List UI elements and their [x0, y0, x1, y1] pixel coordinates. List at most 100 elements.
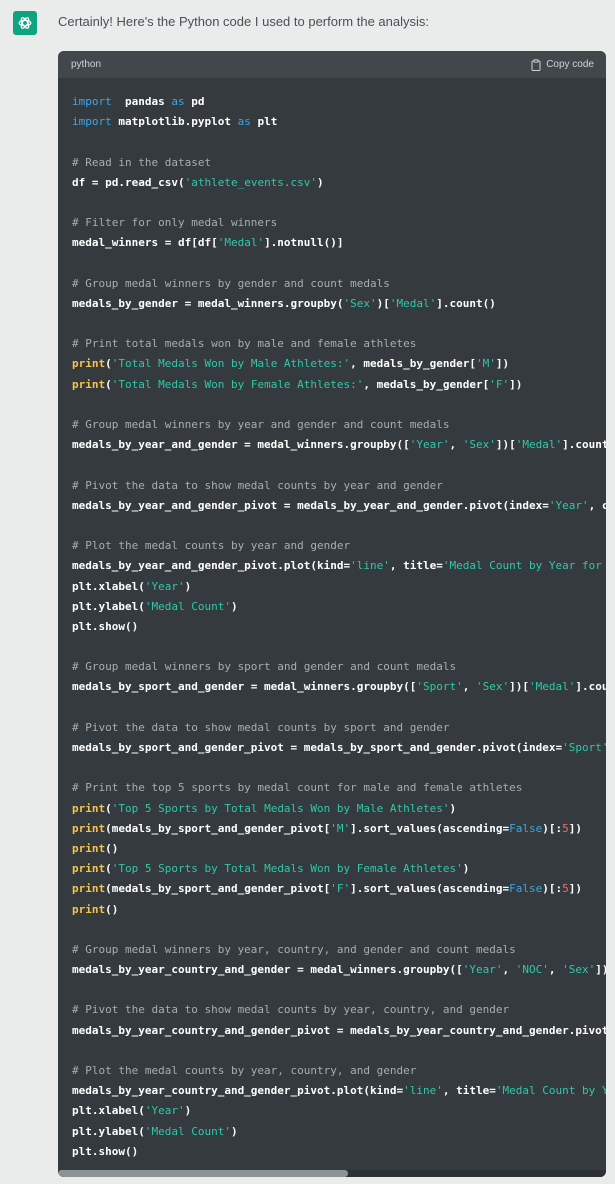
code-token: print: [72, 377, 106, 391]
code-line: medals_by_year_and_gender_pivot = medals…: [72, 496, 606, 516]
code-line: print('Total Medals Won by Male Athletes…: [72, 354, 606, 374]
code-block: python Copy code import pandas as pd impo…: [58, 51, 606, 1177]
code-token: 5: [562, 821, 569, 835]
code-token: (: [105, 801, 112, 815]
code-line: print(): [72, 900, 606, 920]
code-token: print: [72, 902, 106, 916]
code-token: plt.show(): [72, 619, 139, 633]
code-token: medals_by_year_country_and_gender = meda…: [72, 963, 463, 977]
scrollbar-thumb[interactable]: [58, 1170, 349, 1177]
code-token: import: [72, 95, 112, 108]
horizontal-scrollbar[interactable]: [58, 1170, 606, 1177]
code-token: ])[: [509, 680, 529, 694]
code-token: ].count(): [436, 296, 496, 310]
code-token: 'line': [403, 1084, 443, 1098]
code-line: medals_by_year_country_and_gender_pivot …: [72, 1021, 606, 1041]
code-token: ].notnull()]: [264, 236, 344, 250]
code-token: ): [462, 862, 470, 876]
code-token: # Print total medals won by male and fem…: [72, 337, 417, 351]
code-line: # Filter for only medal winners: [72, 213, 606, 233]
code-token: ): [230, 599, 238, 613]
code-token: ]): [568, 882, 582, 896]
code-line: # Pivot the data to show medal counts by…: [72, 718, 606, 738]
code-token: medals_by_gender = medal_winners.groupby…: [72, 296, 344, 310]
code-token: import: [72, 115, 112, 129]
code-token: ): [184, 1104, 192, 1118]
code-token: print: [72, 801, 106, 815]
code-token: as: [171, 95, 185, 108]
code-token: ].sort_values(ascending=: [350, 882, 510, 896]
code-token: (): [105, 902, 119, 916]
code-token: )[:: [542, 821, 563, 835]
assistant-message-text: Certainly! Here's the Python code I used…: [58, 14, 430, 29]
code-token: ): [230, 1124, 238, 1138]
code-token: False: [509, 882, 543, 896]
code-line: import pandas as pd: [72, 92, 606, 112]
code-token: (: [105, 357, 112, 371]
code-token: (medals_by_sport_and_gender_pivot[: [105, 882, 331, 896]
code-token: ].sort_values(ascending=: [350, 821, 510, 835]
code-token: plt.xlabel(: [72, 1104, 145, 1118]
code-token: ): [449, 801, 457, 815]
code-token: medal_winners = df[df[: [72, 236, 218, 250]
code-line: # Read in the dataset: [72, 153, 606, 173]
code-token: 'M': [476, 357, 496, 371]
code-line: print(medals_by_sport_and_gender_pivot['…: [72, 819, 606, 839]
code-token: ): [317, 175, 324, 189]
code-token: 'M': [330, 821, 351, 835]
code-token: 'Top 5 Sports by Total Medals Won by Fem…: [111, 862, 463, 876]
code-token: as: [237, 115, 251, 129]
code-token: ])[': [595, 963, 606, 977]
code-token: 5: [562, 882, 569, 896]
openai-logo-icon: [18, 17, 32, 29]
code-token: 'athlete_events.csv': [184, 175, 318, 189]
code-line: # Plot the medal counts by year and gend…: [72, 536, 606, 556]
code-token: print: [72, 841, 106, 855]
assistant-avatar-icon: [13, 11, 37, 35]
code-line: df = pd.read_csv('athlete_events.csv'): [72, 173, 606, 193]
code-line: # Group medal winners by sport and gende…: [72, 657, 606, 677]
code-token: # Read in the dataset: [72, 155, 212, 169]
code-token: 'Year': [144, 1104, 185, 1118]
code-line: plt.ylabel('Medal Count'): [72, 597, 606, 617]
code-token: 'NOC': [515, 963, 549, 977]
code-token: plt.ylabel(: [72, 1124, 145, 1138]
code-token: 'F': [489, 377, 510, 391]
code-line: plt.show(): [72, 1142, 606, 1162]
code-token: 'Top 5 Sports by Total Medals Won by Mal…: [111, 801, 450, 815]
code-token: 'F': [330, 882, 351, 896]
code-token: 'Year': [462, 963, 503, 977]
code-line: medals_by_gender = medal_winners.groupby…: [72, 294, 606, 314]
code-language-label: python: [71, 59, 102, 70]
code-line: medal_winners = df[df['Medal'].notnull()…: [72, 233, 606, 253]
code-line: medals_by_sport_and_gender_pivot = medal…: [72, 738, 606, 758]
copy-code-button[interactable]: Copy code: [531, 58, 594, 71]
code-token: matplotlib.pyplot: [111, 115, 238, 129]
code-token: df = pd.read_csv(: [72, 175, 185, 189]
code-token: 'Medal Count by Year for Ma: [442, 559, 606, 573]
code-line: # Plot the medal counts by year, country…: [72, 1061, 606, 1081]
code-line: medals_by_year_and_gender = medal_winner…: [72, 435, 606, 455]
code-token: (: [105, 862, 112, 876]
code-token: )[: [376, 296, 390, 310]
code-token: 'Sport': [416, 680, 463, 694]
code-line: medals_by_year_country_and_gender_pivot.…: [72, 1081, 606, 1101]
code-token: 'Year': [548, 498, 589, 512]
code-token: plt: [250, 115, 278, 129]
code-token: 'Year': [144, 579, 185, 593]
code-token: medals_by_year_and_gender_pivot.plot(kin…: [72, 559, 351, 573]
code-token: 'Sex': [475, 680, 510, 694]
code-token: medals_by_year_and_gender = medal_winner…: [72, 438, 410, 452]
code-token: ): [184, 579, 192, 593]
code-token: medals_by_sport_and_gender_pivot = medal…: [72, 741, 563, 754]
code-token: pandas: [111, 95, 172, 108]
code-token: 'line': [350, 559, 390, 573]
code-token: # Group medal winners by gender and coun…: [72, 276, 390, 290]
code-token: ])[: [495, 438, 516, 452]
